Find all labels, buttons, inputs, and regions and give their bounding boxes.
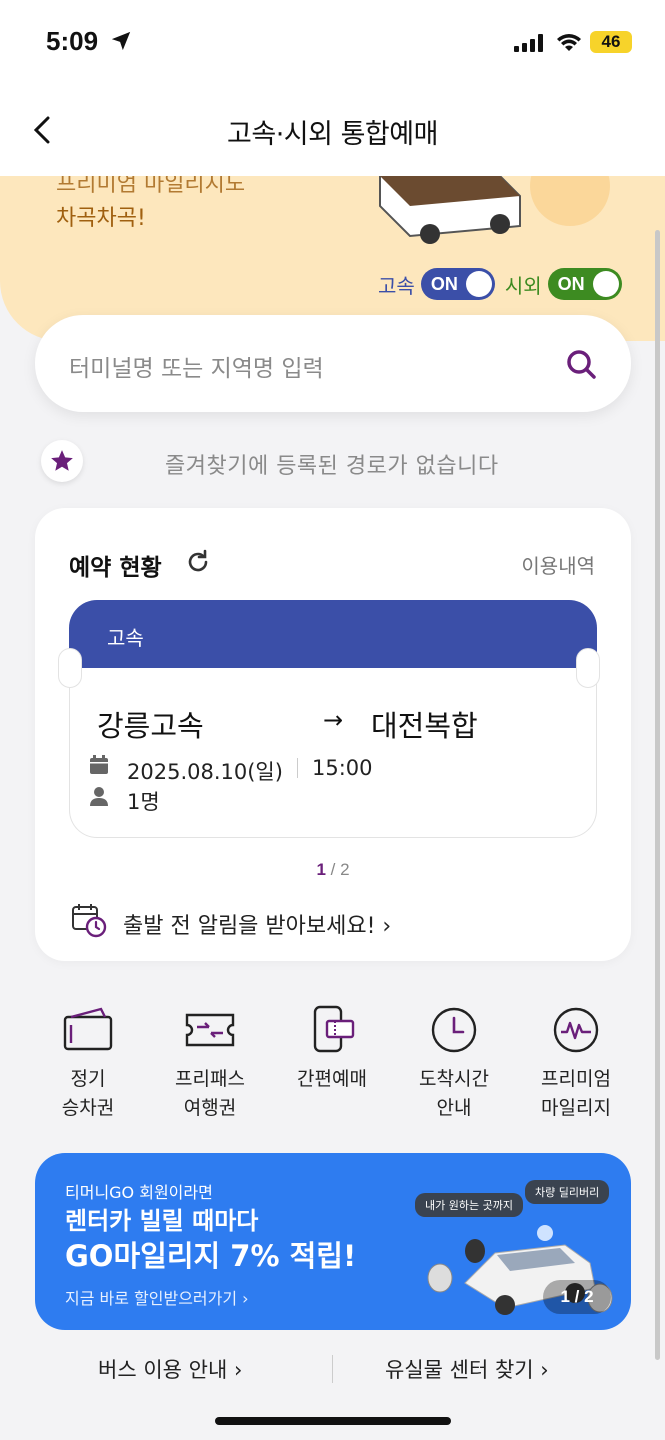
promo-cta[interactable]: 지금 바로 할인받으러가기 › (65, 1285, 249, 1309)
app-header: 고속·시외 통합예매 (0, 90, 665, 176)
promo-carousel[interactable]: 티머니GO 회원이라면 렌터카 빌릴 때마다 GO마일리지 7% 적립! 지금 … (35, 1153, 631, 1330)
departure-terminal: 강릉고속 (97, 709, 204, 743)
person-icon (90, 787, 108, 806)
arrival-terminal: 대전복합 (371, 709, 478, 743)
promo-line3: GO마일리지 7% 적립! (65, 1239, 357, 1273)
ticket-header[interactable]: 고속 (69, 600, 597, 670)
route-arrow-icon: → (323, 706, 344, 734)
star-icon (51, 450, 73, 471)
passenger-count: 1명 (127, 790, 160, 814)
menu-label: 정기 승차권 (61, 1068, 115, 1119)
bus-illustration-icon (379, 176, 610, 244)
bus-guide-link[interactable]: 버스 이용 안내 › (98, 1354, 242, 1384)
menu-label: 간편예매 (297, 1068, 367, 1090)
promo-pager: 1 / 2 (543, 1280, 611, 1314)
mileage-icon (553, 1007, 599, 1053)
status-bar: 5:09 46 (0, 0, 665, 90)
phone-ticket-icon (313, 1005, 355, 1053)
ticket-notch-left (58, 648, 82, 688)
toggle-knob (465, 271, 492, 297)
menu-label: 프리미엄 마일리지 (541, 1068, 611, 1119)
departure-time: 15:00 (312, 756, 373, 780)
promo-bubble: 차량 딜리버리 (525, 1180, 610, 1204)
terminal-search-field[interactable]: 터미널명 또는 지역명 입력 (35, 315, 631, 412)
footer-divider (332, 1355, 333, 1383)
battery-icon: 46 (590, 31, 632, 53)
pager-total: / 2 (330, 860, 350, 879)
refresh-icon[interactable] (185, 549, 211, 575)
location-arrow-icon (111, 31, 131, 51)
menu-freepass[interactable]: 프리패스 여행권 (155, 1005, 265, 1123)
status-time: 5:09 (46, 26, 99, 56)
menu-easy-booking[interactable]: 간편예매 (277, 1005, 387, 1094)
intercity-toggle[interactable]: ON (547, 268, 622, 300)
menu-commuter-pass[interactable]: 정기 승차권 (33, 1005, 143, 1123)
intercity-toggle-label: 시외 (504, 273, 542, 298)
ticket-type: 고속 (107, 626, 144, 650)
promo-line1: 티머니GO 회원이라면 (65, 1183, 213, 1202)
usage-history-link[interactable]: 이용내역 (521, 550, 595, 579)
wifi-icon (557, 34, 581, 51)
banner-line2: 차곡차곡! (56, 206, 146, 231)
bus-type-toggles: 고속 ON 시외 ON (378, 268, 626, 300)
ticket-pager: 1 / 2 (35, 860, 631, 880)
menu-arrival-time[interactable]: 도착시간 안내 (399, 1005, 509, 1123)
toggle-knob (592, 271, 619, 297)
divider (297, 758, 298, 778)
favorites-button[interactable] (41, 440, 83, 482)
express-toggle-state: ON (430, 274, 458, 294)
home-indicator[interactable] (215, 1417, 451, 1425)
departure-alarm-link[interactable]: 출발 전 알림을 받아보세요! › (123, 908, 391, 940)
express-toggle-label: 고속 (378, 273, 415, 298)
reservation-title: 예약 현황 (69, 555, 162, 581)
express-toggle[interactable]: ON (420, 268, 495, 300)
cellular-signal-icon (514, 34, 543, 52)
clock-icon (431, 1007, 477, 1053)
page-title: 고속·시외 통합예매 (227, 119, 438, 150)
search-icon[interactable] (565, 348, 597, 380)
quick-menu: 정기 승차권 프리패스 여행권 간편예매 도착시간 안내 프리미엄 마일리지 (0, 1005, 665, 1125)
menu-label: 도착시간 안내 (419, 1068, 489, 1119)
intercity-toggle-state: ON (557, 274, 585, 294)
favorites-empty-text: 즐겨찾기에 등록된 경로가 없습니다 (165, 454, 499, 479)
promo-line2: 렌터카 빌릴 때마다 (65, 1207, 259, 1235)
ticket-notch-right (576, 648, 600, 688)
calendar-icon (90, 755, 108, 774)
scrollbar[interactable] (655, 230, 660, 1360)
calendar-alarm-icon (72, 904, 107, 938)
departure-date: 2025.08.10(일) (127, 760, 283, 784)
lost-found-link[interactable]: 유실물 센터 찾기 › (385, 1354, 549, 1384)
freepass-icon (185, 1013, 235, 1047)
reservation-status-card: 예약 현황 이용내역 고속 강릉고속 → 대전복합 2025.08.10(일) … (35, 508, 631, 961)
search-input[interactable]: 터미널명 또는 지역명 입력 (69, 349, 324, 383)
menu-premium-mileage[interactable]: 프리미엄 마일리지 (521, 1005, 631, 1123)
ticket-card-icon (63, 1007, 113, 1051)
menu-label: 프리패스 여행권 (175, 1068, 245, 1119)
banner-line1: 프리미엄 마일리지도 (56, 176, 246, 197)
pager-current: 1 (316, 860, 326, 879)
